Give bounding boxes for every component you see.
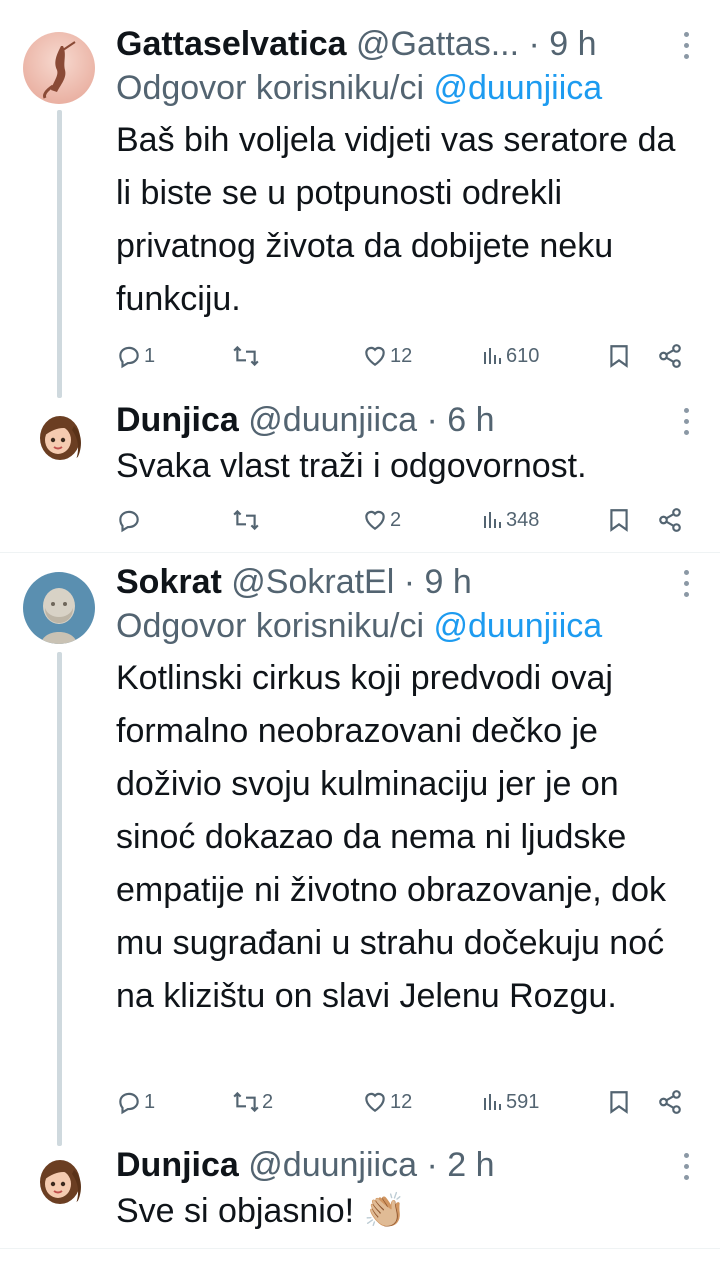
avatar[interactable] bbox=[23, 32, 95, 104]
retweet-button[interactable] bbox=[232, 507, 262, 533]
tweet-header: Dunjica @duunjiica · 6 h bbox=[116, 398, 696, 442]
reply-button[interactable]: 1 bbox=[116, 343, 155, 369]
share-icon bbox=[659, 508, 681, 532]
more-icon[interactable] bbox=[682, 32, 690, 59]
display-name[interactable]: Dunjica bbox=[116, 401, 239, 439]
reply-label: Odgovor korisniku/ci bbox=[116, 69, 425, 107]
views-count: 610 bbox=[506, 344, 540, 367]
user-handle[interactable]: @Gattas... bbox=[356, 25, 519, 63]
retweet-button[interactable]: 2 bbox=[232, 1089, 273, 1115]
like-button[interactable]: 2 bbox=[362, 507, 401, 533]
timestamp[interactable]: 6 h bbox=[447, 401, 494, 439]
avatar[interactable] bbox=[34, 412, 86, 464]
views-count: 591 bbox=[506, 1090, 540, 1113]
reply-button[interactable]: 1 bbox=[116, 1089, 155, 1115]
reply-count: 1 bbox=[144, 1090, 156, 1113]
like-count: 2 bbox=[390, 508, 402, 531]
retweet-icon bbox=[233, 509, 259, 531]
user-handle[interactable]: @SokratEl bbox=[231, 563, 394, 601]
reply-count: 1 bbox=[144, 344, 156, 367]
views-icon bbox=[484, 512, 501, 528]
like-button[interactable]: 12 bbox=[362, 343, 412, 369]
views-button[interactable]: 610 bbox=[482, 344, 539, 368]
retweet-icon bbox=[233, 1091, 259, 1113]
tweet[interactable]: Gattaselvatica @Gattas... · 9 h Odgovor … bbox=[116, 22, 696, 326]
bookmark-icon bbox=[610, 1091, 628, 1114]
separator: · bbox=[417, 1146, 448, 1184]
retweet-count: 2 bbox=[262, 1090, 274, 1113]
thread-line bbox=[57, 652, 62, 1146]
reply-icon bbox=[119, 1092, 139, 1115]
display-name[interactable]: Dunjica bbox=[116, 1146, 239, 1184]
bookmark-button[interactable] bbox=[608, 507, 630, 533]
retweet-button[interactable] bbox=[232, 343, 262, 369]
like-button[interactable]: 12 bbox=[362, 1089, 412, 1115]
like-count: 12 bbox=[390, 1090, 413, 1113]
separator: · bbox=[519, 25, 550, 63]
reply-button[interactable] bbox=[116, 507, 144, 533]
share-button[interactable] bbox=[656, 507, 684, 533]
avatar[interactable] bbox=[34, 1156, 86, 1208]
views-button[interactable]: 348 bbox=[482, 508, 539, 532]
bookmark-icon bbox=[610, 509, 628, 532]
views-count: 348 bbox=[506, 508, 540, 531]
tweet-header: Gattaselvatica @Gattas... · 9 h bbox=[116, 22, 696, 66]
tweet-text: Kotlinski cirkus koji predvodi ovaj form… bbox=[116, 659, 666, 1015]
share-icon bbox=[659, 344, 681, 368]
tweet[interactable]: Sokrat @SokratEl · 9 h Odgovor korisniku… bbox=[116, 560, 696, 1023]
timestamp[interactable]: 9 h bbox=[425, 563, 472, 601]
tweet-text: Sve si objasnio! 👏🏼 bbox=[116, 1192, 406, 1230]
views-icon bbox=[484, 1094, 501, 1110]
reply-context: Odgovor korisniku/ci @duunjiica bbox=[116, 604, 696, 648]
tweet[interactable]: Dunjica @duunjiica · 2 h Sve si objasnio… bbox=[116, 1143, 696, 1235]
separator: · bbox=[417, 401, 448, 439]
tweet-actions: 1 12 610 bbox=[116, 336, 696, 376]
more-icon[interactable] bbox=[682, 570, 690, 597]
share-button[interactable] bbox=[656, 343, 684, 369]
divider bbox=[0, 1248, 720, 1249]
avatar[interactable] bbox=[23, 572, 95, 644]
user-handle[interactable]: @duunjiica bbox=[248, 1146, 417, 1184]
more-icon[interactable] bbox=[682, 1153, 690, 1180]
timestamp[interactable]: 9 h bbox=[549, 25, 596, 63]
tweet-text: Svaka vlast traži i odgovornost. bbox=[116, 447, 587, 485]
bookmark-button[interactable] bbox=[608, 1089, 630, 1115]
share-button[interactable] bbox=[656, 1089, 684, 1115]
timestamp[interactable]: 2 h bbox=[447, 1146, 494, 1184]
reply-icon bbox=[119, 510, 139, 533]
heart-icon bbox=[365, 510, 385, 530]
display-name[interactable]: Sokrat bbox=[116, 563, 222, 601]
tweet-actions: 1 2 12 591 bbox=[116, 1082, 696, 1122]
tweet-header: Sokrat @SokratEl · 9 h bbox=[116, 560, 696, 604]
share-icon bbox=[659, 1090, 681, 1114]
reply-context: Odgovor korisniku/ci @duunjiica bbox=[116, 66, 696, 110]
tweet-text: Baš bih voljela vidjeti vas seratore da … bbox=[116, 121, 676, 318]
mention-link[interactable]: @duunjiica bbox=[433, 607, 602, 645]
bookmark-icon bbox=[610, 345, 628, 368]
tweet[interactable]: Dunjica @duunjiica · 6 h Svaka vlast tra… bbox=[116, 398, 696, 490]
divider bbox=[0, 552, 720, 553]
reply-icon bbox=[119, 346, 139, 369]
tweet-actions: 2 348 bbox=[116, 500, 696, 540]
heart-icon bbox=[365, 1092, 385, 1112]
user-handle[interactable]: @duunjiica bbox=[248, 401, 417, 439]
display-name[interactable]: Gattaselvatica bbox=[116, 25, 347, 63]
tweet-header: Dunjica @duunjiica · 2 h bbox=[116, 1143, 696, 1187]
reply-label: Odgovor korisniku/ci bbox=[116, 607, 425, 645]
more-icon[interactable] bbox=[682, 408, 690, 435]
retweet-icon bbox=[233, 345, 259, 367]
heart-icon bbox=[365, 346, 385, 366]
separator: · bbox=[394, 563, 425, 601]
bookmark-button[interactable] bbox=[608, 343, 630, 369]
like-count: 12 bbox=[390, 344, 413, 367]
thread-line bbox=[57, 110, 62, 398]
mention-link[interactable]: @duunjiica bbox=[433, 69, 602, 107]
views-button[interactable]: 591 bbox=[482, 1090, 539, 1114]
views-icon bbox=[484, 348, 501, 364]
